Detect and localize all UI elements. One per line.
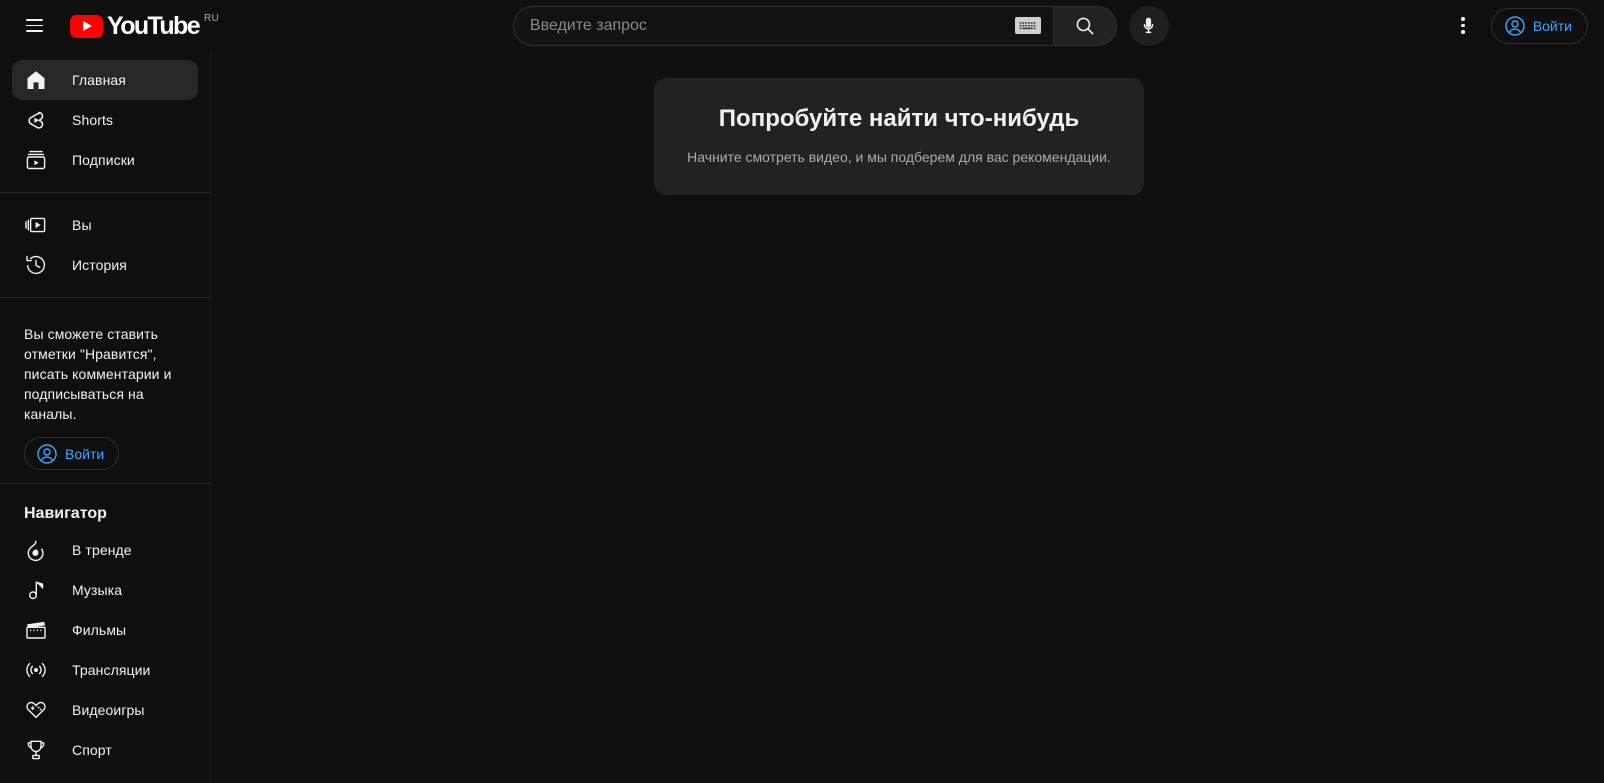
masthead: YouTube RU Введите запрос Войти	[0, 0, 1604, 51]
signin-button-label: Войти	[1532, 17, 1572, 34]
trending-fire-icon	[24, 538, 48, 562]
voice-search-button[interactable]	[1128, 5, 1169, 46]
sidebar-item-home[interactable]: Главная	[12, 60, 198, 100]
home-icon	[24, 68, 48, 92]
hamburger-line	[25, 30, 43, 32]
you-library-icon	[24, 213, 48, 237]
recommendations-promo-card: Попробуйте найти что-нибудь Начните смот…	[654, 78, 1144, 195]
sidebar-item-label: Спорт	[72, 741, 112, 758]
search-box[interactable]	[512, 5, 1053, 46]
shorts-icon	[24, 108, 48, 132]
sidebar-section-title-explore: Навигатор	[24, 504, 107, 522]
sidebar-item-you[interactable]: Вы	[12, 205, 198, 245]
kebab-menu-icon[interactable]	[1443, 6, 1483, 46]
sidebar-item-label: Видеоигры	[72, 701, 145, 718]
search-icon	[1076, 17, 1094, 34]
microphone-icon	[1144, 17, 1154, 34]
promo-card-subtitle: Начните смотреть видео, и мы подберем дл…	[687, 149, 1111, 165]
account-circle-icon	[1505, 15, 1525, 36]
masthead-end: Войти	[1443, 0, 1604, 51]
sidebar-item-movies[interactable]: Фильмы	[12, 610, 198, 650]
sidebar-promo-text: Вы сможете ставить отметки "Нравится", п…	[24, 326, 172, 422]
live-broadcast-icon	[24, 658, 48, 682]
youtube-logo-text: YouTube	[107, 11, 201, 40]
gaming-controller-icon	[24, 698, 48, 722]
sidebar: Главная Shorts Подписки Вы История Вы см…	[0, 51, 211, 783]
signin-button-label: Войти	[65, 445, 105, 462]
youtube-logo[interactable]: YouTube RU	[70, 13, 219, 39]
sports-trophy-icon	[24, 738, 48, 762]
history-clock-icon	[24, 253, 48, 277]
sidebar-item-subscriptions[interactable]: Подписки	[12, 140, 198, 180]
sidebar-item-history[interactable]: История	[12, 245, 198, 285]
youtube-logo-country-code: RU	[203, 12, 220, 24]
sidebar-item-sports[interactable]: Спорт	[12, 730, 198, 770]
movie-clapper-icon	[24, 618, 48, 642]
subscriptions-icon	[24, 148, 48, 172]
sidebar-item-label: Трансляции	[72, 661, 151, 678]
sidebar-divider-1	[0, 192, 210, 193]
sidebar-item-live[interactable]: Трансляции	[12, 650, 198, 690]
main-content: Попробуйте найти что-нибудь Начните смот…	[212, 51, 1604, 783]
search-input[interactable]	[529, 6, 1015, 45]
sidebar-item-label: История	[72, 257, 127, 273]
sidebar-item-label: Главная	[72, 72, 126, 88]
sidebar-item-gaming[interactable]: Видеоигры	[12, 690, 198, 730]
search-form	[512, 5, 1169, 46]
youtube-play-icon	[70, 14, 103, 38]
sidebar-item-label: Музыка	[72, 581, 123, 598]
signin-button-sidebar[interactable]: Войти	[24, 437, 120, 470]
kebab-dot	[1461, 30, 1465, 34]
sidebar-item-music[interactable]: Музыка	[12, 570, 198, 610]
sidebar-item-label: Вы	[72, 217, 92, 233]
sidebar-item-label: Shorts	[72, 112, 114, 128]
promo-card-title: Попробуйте найти что-нибудь	[718, 105, 1080, 132]
sidebar-item-trending[interactable]: В тренде	[12, 530, 198, 570]
account-circle-icon	[37, 443, 57, 464]
music-note-icon	[24, 578, 48, 602]
signin-button-header[interactable]: Войти	[1490, 7, 1588, 44]
sidebar-item-label: Подписки	[72, 152, 135, 168]
hamburger-menu-icon[interactable]	[14, 6, 54, 46]
keyboard-icon[interactable]	[1014, 17, 1041, 34]
hamburger-line	[25, 19, 43, 21]
sidebar-signin-promo: Вы сможете ставить отметки "Нравится", п…	[0, 310, 210, 471]
sidebar-item-shorts[interactable]: Shorts	[12, 100, 198, 140]
sidebar-item-label: Фильмы	[72, 621, 127, 638]
sidebar-divider-2	[0, 297, 210, 298]
kebab-dot	[1461, 23, 1465, 28]
masthead-start: YouTube RU	[0, 0, 219, 51]
kebab-dot	[1461, 17, 1465, 21]
search-button[interactable]	[1052, 5, 1117, 46]
masthead-center	[239, 0, 1443, 51]
sidebar-item-label: В тренде	[72, 541, 132, 558]
hamburger-line	[25, 24, 43, 27]
sidebar-divider-3	[0, 482, 210, 484]
